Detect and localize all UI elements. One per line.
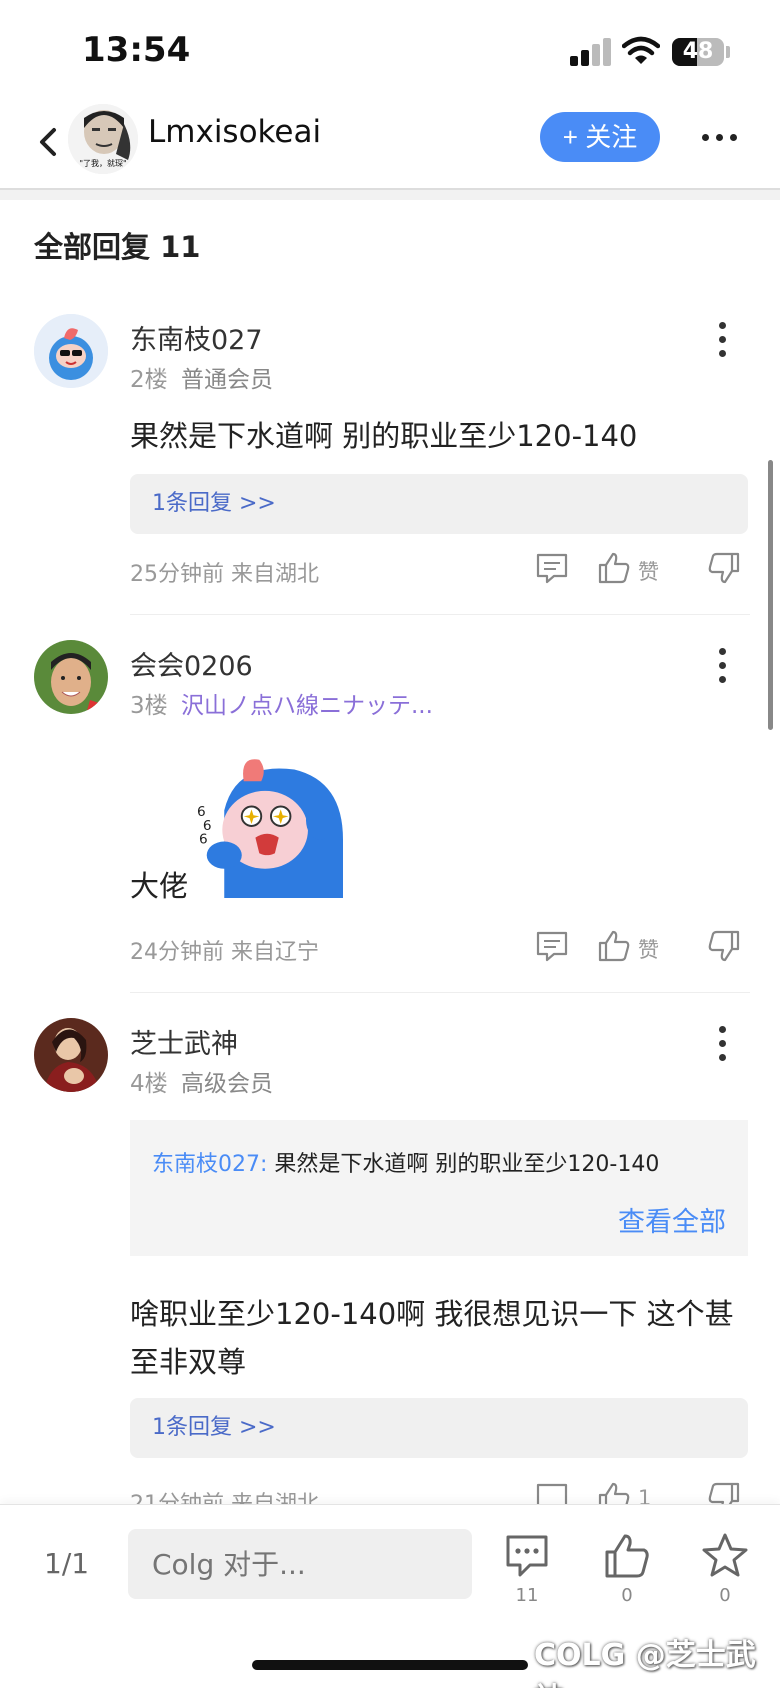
floor-number: 2楼 [130, 367, 168, 393]
reply-content: 果然是下水道啊 别的职业至少120-140 [130, 419, 638, 453]
like-icon[interactable] [596, 550, 632, 586]
reply-username[interactable]: 芝士武神 [130, 1022, 238, 1061]
reply-username[interactable]: 会会0206 [130, 644, 253, 683]
view-replies-link[interactable]: 1条回复 >> [130, 474, 748, 534]
reply-footer: 25分钟前 来自湖北 赞 [130, 550, 750, 590]
signal-icon [570, 38, 611, 66]
reply-content: 大佬 [130, 869, 189, 903]
comment-icon[interactable] [534, 550, 570, 586]
status-bar: 13:54 48 [0, 0, 780, 100]
sticker-image: 6 6 6 [197, 759, 343, 898]
comments-count: 11 [515, 1585, 539, 1606]
comment-input[interactable] [128, 1529, 472, 1599]
replies-section-title: 全部回复 11 [34, 230, 201, 264]
member-rank: 高级会员 [180, 1071, 273, 1097]
reply-meta: 2楼 普通会员 [130, 360, 273, 394]
dislike-icon[interactable] [706, 550, 742, 586]
post-divider [130, 614, 750, 615]
quote-content: 果然是下水道啊 别的职业至少120-140 [274, 1152, 660, 1177]
reply-meta: 4楼 高级会员 [130, 1064, 273, 1098]
reply-time-location: 25分钟前 来自湖北 [130, 562, 319, 587]
like-label[interactable]: 赞 [638, 556, 659, 586]
reply-content: 啥职业至少120-140啊 我很想见识一下 这个甚至非双尊 [130, 1297, 734, 1379]
battery-level: 48 [682, 39, 714, 64]
avatar-caption: "了我，就琛" [79, 159, 127, 168]
quoted-reply[interactable]: 东南枝027: 果然是下水道啊 别的职业至少120-140 查看全部 [130, 1120, 748, 1256]
painting-avatar-image [34, 1018, 108, 1092]
comment-icon[interactable] [534, 928, 570, 964]
battery-cap [726, 46, 730, 58]
avatar[interactable] [34, 1018, 108, 1092]
reply-meta: 3楼 沢山ノ点ハ線ニナッテ... [130, 686, 433, 720]
mascot-avatar-image [34, 314, 108, 388]
member-rank: 沢山ノ点ハ線ニナッテ... [180, 693, 433, 719]
post-more-icon[interactable] [712, 1024, 732, 1064]
favorites-count: 0 [719, 1585, 731, 1606]
reply-time-location: 24分钟前 来自辽宁 [130, 940, 319, 965]
svg-text:6: 6 [199, 831, 208, 847]
follow-button[interactable]: + 关注 [540, 112, 660, 162]
favorite-star-icon[interactable] [700, 1531, 750, 1581]
post-more-icon[interactable] [712, 320, 732, 360]
view-replies-link[interactable]: 1条回复 >> [130, 1398, 748, 1458]
battery-icon: 48 [672, 38, 724, 66]
comments-icon[interactable] [502, 1531, 552, 1581]
section-gap [0, 190, 780, 200]
nav-header: "了我，就琛" Lmxisokeai + 关注 [0, 100, 780, 190]
avatar[interactable] [34, 640, 108, 714]
avatar[interactable] [34, 314, 108, 388]
watermark: COLG @芝士武神 [534, 1638, 756, 1688]
like-icon[interactable] [596, 928, 632, 964]
wifi-icon [622, 36, 660, 64]
likes-count: 0 [621, 1585, 633, 1606]
quote-text: 东南枝027: 果然是下水道啊 别的职业至少120-140 [152, 1146, 659, 1178]
view-all-link[interactable]: 查看全部 [618, 1200, 726, 1239]
dislike-icon[interactable] [706, 928, 742, 964]
home-indicator[interactable] [252, 1660, 528, 1670]
post-more-icon[interactable] [712, 646, 732, 686]
like-label[interactable]: 赞 [638, 934, 659, 964]
quote-username[interactable]: 东南枝027: [152, 1152, 267, 1177]
scrollbar[interactable] [768, 460, 773, 730]
page-indicator[interactable]: 1/1 [44, 1547, 89, 1580]
status-time: 13:54 [82, 30, 191, 70]
like-post-icon[interactable] [602, 1531, 652, 1581]
header-username[interactable]: Lmxisokeai [148, 114, 321, 150]
reply-username[interactable]: 东南枝027 [130, 318, 263, 357]
reply-footer: 24分钟前 来自辽宁 赞 [130, 928, 750, 968]
floor-number: 3楼 [130, 693, 168, 719]
header-avatar[interactable]: "了我，就琛" [68, 104, 138, 174]
user-photo-avatar [34, 640, 108, 714]
post-divider [130, 992, 750, 993]
member-rank: 普通会员 [180, 367, 273, 393]
more-options-icon[interactable] [702, 128, 738, 148]
floor-number: 4楼 [130, 1071, 168, 1097]
back-icon[interactable] [34, 122, 64, 162]
